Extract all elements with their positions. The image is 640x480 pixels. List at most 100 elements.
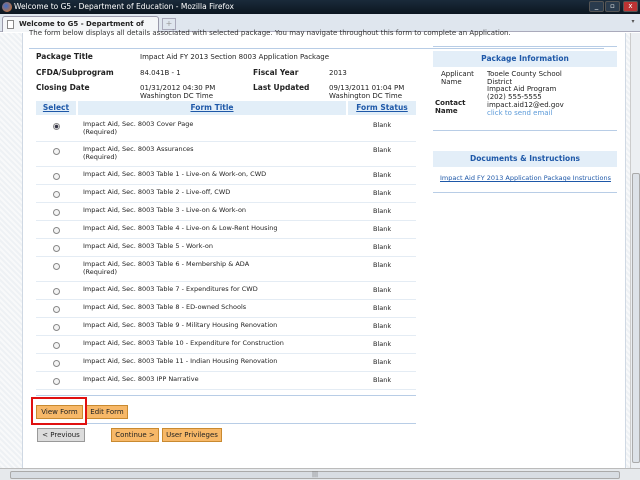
last-updated-label: Last Updated: [253, 83, 310, 92]
select-radio[interactable]: [53, 306, 60, 313]
table-row: Impact Aid, Sec. 8003 Table 5 - Work-on …: [36, 239, 416, 257]
select-radio[interactable]: [53, 263, 60, 270]
form-title: Impact Aid, Sec. 8003 Table 11 - Indian …: [83, 357, 278, 365]
last-updated: 09/13/2011 01:04 PM Washington DC Time: [329, 84, 405, 100]
form-status: Blank: [373, 261, 392, 269]
divider: [433, 130, 617, 131]
instructions-link[interactable]: Impact Aid FY 2013 Application Package I…: [438, 174, 613, 182]
form-title: Impact Aid, Sec. 8003 Cover Page (Require…: [83, 120, 194, 136]
table-row: Impact Aid, Sec. 8003 Table 11 - Indian …: [36, 354, 416, 372]
form-status: Blank: [373, 304, 392, 312]
form-title: Impact Aid, Sec. 8003 Table 3 - Live-on …: [83, 206, 247, 214]
form-status: Blank: [373, 243, 392, 251]
page-icon: [7, 20, 14, 29]
firefox-logo-icon: [2, 2, 12, 12]
select-radio[interactable]: [53, 288, 60, 295]
minimize-button[interactable]: _: [589, 1, 604, 12]
divider: [36, 423, 416, 424]
table-row: Impact Aid, Sec. 8003 Cover Page (Require…: [36, 117, 416, 142]
form-status: Blank: [373, 171, 392, 179]
header-form-title[interactable]: Form Title: [78, 101, 346, 115]
select-radio[interactable]: [53, 245, 60, 252]
table-row: Impact Aid, Sec. 8003 Table 7 - Expendit…: [36, 282, 416, 300]
package-info-header: Package Information: [433, 51, 617, 67]
table-row: Impact Aid, Sec. 8003 Table 1 - Live-on …: [36, 167, 416, 185]
header-select[interactable]: Select: [36, 101, 76, 115]
continue-button[interactable]: Continue >: [111, 428, 159, 442]
scroll-thumb[interactable]: [632, 173, 640, 463]
cfda-label: CFDA/Subprogram: [36, 68, 114, 77]
form-status: Blank: [373, 358, 392, 366]
intro-text: The form below displays all details asso…: [29, 29, 511, 37]
form-title: Impact Aid, Sec. 8003 Table 10 - Expendi…: [83, 339, 284, 347]
contact-info: Impact Aid Program (202) 555-5555 impact.a…: [487, 85, 564, 117]
table-row: Impact Aid, Sec. 8003 Table 4 - Live-on …: [36, 221, 416, 239]
select-radio[interactable]: [53, 227, 60, 234]
form-title: Impact Aid, Sec. 8003 Table 7 - Expendit…: [83, 285, 258, 293]
close-button[interactable]: x: [623, 1, 638, 12]
table-row: Impact Aid, Sec. 8003 IPP Narrative Blan…: [36, 372, 416, 390]
documents-header: Documents & Instructions: [433, 151, 617, 167]
form-title: Impact Aid, Sec. 8003 IPP Narrative: [83, 375, 199, 383]
closing-date-label: Closing Date: [36, 83, 90, 92]
table-row: Impact Aid, Sec. 8003 Assurances (Require…: [36, 142, 416, 167]
divider: [433, 46, 617, 47]
highlight-box: [31, 397, 87, 425]
previous-button[interactable]: < Previous: [37, 428, 85, 442]
form-title: Impact Aid, Sec. 8003 Table 2 - Live-off…: [83, 188, 231, 196]
user-privileges-button[interactable]: User Privileges: [162, 428, 222, 442]
page-viewport: The form below displays all details asso…: [0, 29, 630, 468]
package-title: Impact Aid FY 2013 Section 8003 Applicat…: [140, 53, 330, 61]
form-title: Impact Aid, Sec. 8003 Assurances (Require…: [83, 145, 194, 161]
select-radio[interactable]: [53, 209, 60, 216]
tab-list-button[interactable]: ▾: [628, 18, 638, 30]
maximize-button[interactable]: ▫: [605, 1, 620, 12]
table-row: Impact Aid, Sec. 8003 Table 10 - Expendi…: [36, 336, 416, 354]
select-radio[interactable]: [53, 123, 60, 130]
window-title: Welcome to G5 - Department of Education …: [14, 2, 234, 11]
table-row: Impact Aid, Sec. 8003 Table 6 - Membersh…: [36, 257, 416, 282]
table-row: Impact Aid, Sec. 8003 Table 9 - Military…: [36, 318, 416, 336]
select-radio[interactable]: [53, 324, 60, 331]
package-title-label: Package Title: [36, 52, 93, 61]
header-form-status[interactable]: Form Status: [348, 101, 416, 115]
form-status: Blank: [373, 286, 392, 294]
contact-label: Contact Name: [435, 99, 466, 115]
select-radio[interactable]: [53, 360, 60, 367]
form-status: Blank: [373, 207, 392, 215]
form-status: Blank: [373, 189, 392, 197]
edit-form-button[interactable]: Edit Form: [86, 405, 128, 419]
select-radio[interactable]: [53, 378, 60, 385]
form-status: Blank: [373, 340, 392, 348]
select-radio[interactable]: [53, 173, 60, 180]
form-status: Blank: [373, 376, 392, 384]
scroll-thumb[interactable]: |||: [10, 471, 620, 479]
send-email-link[interactable]: click to send email: [487, 109, 552, 117]
closing-date: 01/31/2012 04:30 PM Washington DC Time: [140, 84, 216, 100]
form-title: Impact Aid, Sec. 8003 Table 1 - Live-on …: [83, 170, 267, 178]
window-titlebar: Welcome to G5 - Department of Education …: [0, 0, 640, 14]
divider: [433, 192, 617, 193]
form-status: Blank: [373, 322, 392, 330]
form-title: Impact Aid, Sec. 8003 Table 5 - Work-on: [83, 242, 214, 250]
applicant-name: Tooele County School District: [487, 70, 562, 86]
table-row: Impact Aid, Sec. 8003 Table 8 - ED-owned…: [36, 300, 416, 318]
table-row: Impact Aid, Sec. 8003 Table 3 - Live-on …: [36, 203, 416, 221]
form-title: Impact Aid, Sec. 8003 Table 6 - Membersh…: [83, 260, 250, 276]
form-status: Blank: [373, 146, 392, 154]
select-radio[interactable]: [53, 148, 60, 155]
form-status: Blank: [373, 225, 392, 233]
divider: [36, 395, 416, 396]
select-radio[interactable]: [53, 191, 60, 198]
table-row: Impact Aid, Sec. 8003 Table 2 - Live-off…: [36, 185, 416, 203]
form-status: Blank: [373, 121, 392, 129]
select-radio[interactable]: [53, 342, 60, 349]
form-title: Impact Aid, Sec. 8003 Table 9 - Military…: [83, 321, 278, 329]
divider: [29, 48, 604, 49]
applicant-label: Applicant Name: [441, 70, 474, 86]
vertical-scrollbar[interactable]: [630, 33, 640, 468]
horizontal-scrollbar[interactable]: |||: [0, 468, 640, 480]
cfda-value: 84.041B - 1: [140, 69, 181, 77]
fiscal-year-value: 2013: [329, 69, 347, 77]
form-title: Impact Aid, Sec. 8003 Table 8 - ED-owned…: [83, 303, 247, 311]
